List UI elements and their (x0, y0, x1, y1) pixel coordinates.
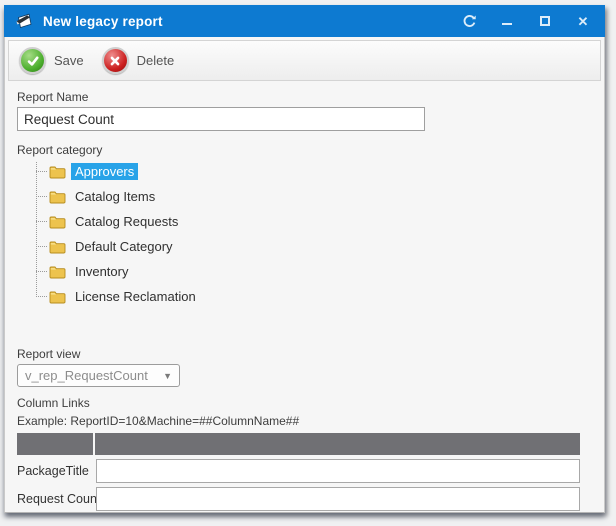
titlebar: New legacy report ✕ (4, 5, 605, 37)
report-view-select[interactable]: v_rep_RequestCount ▼ (17, 364, 180, 387)
dialog-body: Save Delete Report Name Report category (4, 37, 605, 513)
folder-icon (49, 265, 66, 279)
table-row: PackageTitle (17, 459, 580, 483)
folder-icon (49, 165, 66, 179)
new-legacy-report-dialog: New legacy report ✕ Save (4, 5, 605, 513)
save-check-icon (19, 47, 46, 74)
folder-icon (49, 215, 66, 229)
delete-button[interactable]: Delete (102, 47, 175, 74)
report-name-label: Report Name (17, 90, 592, 104)
row-label-packagetitle: PackageTitle (17, 464, 96, 478)
report-view-label: Report view (17, 347, 592, 361)
delete-x-icon (102, 47, 129, 74)
request-count-input[interactable] (96, 487, 580, 511)
tree-item-default-category[interactable]: Default Category (25, 234, 592, 259)
folder-icon (49, 290, 66, 304)
maximize-icon[interactable] (537, 13, 553, 29)
report-category-tree: Approvers Catalog Items Catalog Requests (25, 159, 592, 309)
grid-header-cell-left (17, 433, 93, 455)
folder-icon (49, 190, 66, 204)
tree-item-approvers[interactable]: Approvers (25, 159, 592, 184)
tree-item-license-reclamation[interactable]: License Reclamation (25, 284, 592, 309)
packagetitle-input[interactable] (96, 459, 580, 483)
close-icon[interactable]: ✕ (575, 13, 591, 29)
tree-item-inventory[interactable]: Inventory (25, 259, 592, 284)
toolbar: Save Delete (8, 40, 601, 81)
grid-header-cell-right (95, 433, 580, 455)
grid-header (17, 433, 580, 455)
minimize-icon[interactable] (499, 13, 515, 29)
refresh-icon[interactable] (461, 13, 477, 29)
tree-item-catalog-requests[interactable]: Catalog Requests (25, 209, 592, 234)
window-title: New legacy report (43, 14, 461, 29)
column-links-label: Column Links (17, 396, 592, 410)
tree-item-catalog-items[interactable]: Catalog Items (25, 184, 592, 209)
report-name-input[interactable] (17, 107, 425, 131)
folder-icon (49, 240, 66, 254)
report-category-label: Report category (17, 143, 592, 157)
save-label: Save (54, 53, 84, 68)
table-row: Request Count (17, 487, 580, 511)
save-button[interactable]: Save (19, 47, 84, 74)
form-content: Report Name Report category Approvers (5, 90, 604, 511)
delete-label: Delete (137, 53, 175, 68)
note-pencil-icon (14, 12, 34, 30)
column-links-example: Example: ReportID=10&Machine=##ColumnNam… (17, 414, 592, 428)
report-view-value: v_rep_RequestCount (25, 368, 159, 383)
window-controls: ✕ (461, 13, 591, 29)
row-label-request-count: Request Count (17, 492, 96, 506)
chevron-down-icon: ▼ (163, 371, 172, 381)
column-links-grid: PackageTitle Request Count (17, 433, 580, 511)
